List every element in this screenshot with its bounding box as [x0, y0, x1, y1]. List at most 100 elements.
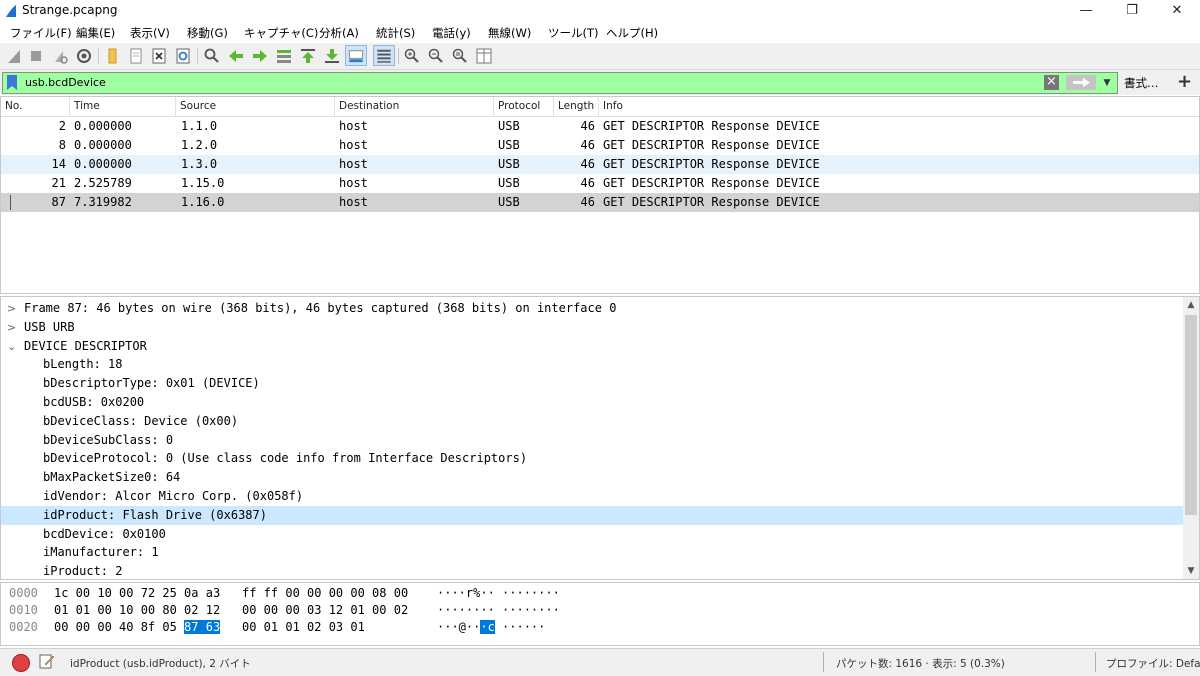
scroll-down-icon[interactable]: ▼: [1183, 563, 1199, 579]
bytes-row[interactable]: 0010 01 01 00 10 00 80 02 12 00 00 00 03 1…: [9, 602, 560, 619]
column-length[interactable]: Length: [554, 97, 599, 116]
detail-row[interactable]: idVendor: Alcor Micro Corp. (0x058f): [1, 487, 1183, 506]
detail-row[interactable]: > Frame 87: 46 bytes on wire (368 bits), …: [1, 299, 1183, 318]
detail-text: idVendor: Alcor Micro Corp. (0x058f): [43, 489, 304, 503]
go-to-packet-icon[interactable]: [274, 46, 294, 66]
filter-text[interactable]: usb.bcdDevice: [25, 76, 106, 89]
packet-destination: host: [339, 138, 368, 152]
edit-comment-icon[interactable]: [39, 653, 55, 669]
menu-edit[interactable]: 編集(E): [76, 25, 115, 41]
resize-columns-icon[interactable]: [474, 46, 494, 66]
menu-go[interactable]: 移動(G): [187, 25, 228, 41]
menu-file[interactable]: ファイル(F): [10, 25, 72, 41]
detail-row[interactable]: bLength: 18: [1, 355, 1183, 374]
detail-row[interactable]: ⌄ DEVICE DESCRIPTOR: [1, 337, 1183, 356]
status-profile[interactable]: プロファイル: Default: [1106, 656, 1200, 671]
close-button[interactable]: ✕: [1154, 0, 1200, 22]
minimize-button[interactable]: —: [1063, 0, 1109, 22]
scroll-up-icon[interactable]: ▲: [1183, 297, 1199, 313]
zoom-in-icon[interactable]: [402, 46, 422, 66]
detail-row[interactable]: bcdUSB: 0x0200: [1, 393, 1183, 412]
scrollbar-thumb[interactable]: [1185, 315, 1197, 515]
bytes-hex-selected: 87 63: [184, 620, 221, 634]
expert-info-icon[interactable]: [12, 654, 30, 672]
add-filter-button[interactable]: +: [1177, 71, 1192, 92]
menu-wireless[interactable]: 無線(W): [488, 25, 531, 41]
detail-row[interactable]: bDeviceSubClass: 0: [1, 431, 1183, 450]
detail-row[interactable]: bMaxPacketSize0: 64: [1, 468, 1183, 487]
menu-view[interactable]: 表示(V): [130, 25, 170, 41]
packet-time: 0.000000: [74, 119, 132, 133]
menu-statistics[interactable]: 統計(S): [376, 25, 415, 41]
detail-text: bDeviceClass: Device (0x00): [43, 413, 239, 428]
apply-filter-icon[interactable]: [1066, 75, 1096, 90]
main-toolbar: [0, 43, 1200, 70]
start-capture-icon[interactable]: [4, 46, 24, 66]
packet-time: 0.000000: [74, 138, 132, 152]
reload-file-icon[interactable]: [173, 46, 193, 66]
restore-button[interactable]: ❐: [1109, 0, 1155, 22]
filter-history-dropdown[interactable]: ▼: [1100, 76, 1114, 90]
detail-row[interactable]: > USB URB: [1, 318, 1183, 337]
bytes-offset: 0020: [9, 620, 38, 634]
packet-source: 1.15.0: [181, 176, 225, 190]
capture-options-icon[interactable]: [74, 46, 94, 66]
last-packet-icon[interactable]: [322, 46, 342, 66]
packet-protocol: USB: [498, 119, 520, 133]
stop-capture-icon[interactable]: [26, 46, 46, 66]
bytes-row[interactable]: 0000 1c 00 10 00 72 25 0a a3 ff ff 00 00 0…: [9, 585, 560, 602]
packet-row[interactable]: 8 0.000000 1.2.0 host USB 46 GET DESCRIPTOR Re…: [1, 136, 1199, 155]
menu-telephony[interactable]: 電話(y): [432, 25, 471, 41]
detail-text: iManufacturer: 1: [43, 545, 159, 560]
expand-arrow-icon[interactable]: >: [7, 318, 16, 337]
normal-size-icon[interactable]: [450, 46, 470, 66]
find-packet-icon[interactable]: [202, 46, 222, 66]
bytes-row[interactable]: 0020 00 00 00 40 8f 05 87 63 00 01 01 02 0…: [9, 619, 545, 636]
column-info[interactable]: Info: [599, 97, 1199, 116]
clear-filter-icon[interactable]: ×: [1044, 75, 1059, 90]
save-file-icon[interactable]: [126, 46, 146, 66]
packet-row[interactable]: 2 0.000000 1.1.0 host USB 46 GET DESCRIPTOR Re…: [1, 117, 1199, 136]
packet-row[interactable]: 87 7.319982 1.16.0 host USB 46 GET DESCRIPTOR …: [1, 193, 1199, 212]
packet-destination: host: [339, 176, 368, 190]
column-destination[interactable]: Destination: [335, 97, 494, 116]
go-back-icon[interactable]: [226, 46, 246, 66]
column-protocol[interactable]: Protocol: [494, 97, 554, 116]
packet-time: 0.000000: [74, 157, 132, 171]
column-no[interactable]: No.: [1, 97, 70, 116]
menu-help[interactable]: ヘルプ(H): [606, 25, 658, 41]
packet-row[interactable]: 14 0.000000 1.3.0 host USB 46 GET DESCRIPTOR R…: [1, 155, 1199, 174]
auto-scroll-icon[interactable]: [345, 45, 367, 66]
packet-source: 1.3.0: [181, 157, 218, 171]
bytes-ascii: ········ ········: [437, 603, 560, 617]
colorize-icon[interactable]: [373, 45, 395, 66]
menu-tools[interactable]: ツール(T): [548, 25, 599, 41]
column-source[interactable]: Source: [176, 97, 335, 116]
zoom-out-icon[interactable]: [426, 46, 446, 66]
details-scrollbar[interactable]: ▲ ▼: [1183, 297, 1199, 579]
detail-row[interactable]: bDeviceProtocol: 0 (Use class code info …: [1, 449, 1183, 468]
detail-row[interactable]: idProduct: Flash Drive (0x6387): [1, 505, 1183, 525]
bookmark-icon[interactable]: [7, 75, 17, 90]
packet-row[interactable]: 21 2.525789 1.15.0 host USB 46 GET DESCRIPTOR …: [1, 174, 1199, 193]
detail-text: iProduct: 2: [43, 564, 123, 579]
packet-protocol: USB: [498, 157, 520, 171]
close-file-icon[interactable]: [149, 46, 169, 66]
column-time[interactable]: Time: [70, 97, 176, 116]
menu-capture[interactable]: キャプチャ(C): [244, 25, 318, 41]
go-forward-icon[interactable]: [250, 46, 270, 66]
detail-text: bDescriptorType: 0x01 (DEVICE): [43, 376, 260, 391]
first-packet-icon[interactable]: [298, 46, 318, 66]
detail-row[interactable]: bDescriptorType: 0x01 (DEVICE): [1, 374, 1183, 393]
detail-row[interactable]: iProduct: 2: [1, 562, 1183, 579]
open-file-icon[interactable]: [103, 46, 123, 66]
expand-arrow-icon[interactable]: >: [7, 299, 16, 318]
detail-row[interactable]: bDeviceClass: Device (0x00): [1, 412, 1183, 431]
display-filter-input[interactable]: usb.bcdDevice × ▼: [2, 72, 1118, 94]
menu-analyze[interactable]: 分析(A): [319, 25, 359, 41]
restart-capture-icon[interactable]: [50, 46, 70, 66]
detail-row[interactable]: bcdDevice: 0x0100: [1, 525, 1183, 544]
detail-row[interactable]: iManufacturer: 1: [1, 543, 1183, 562]
collapse-arrow-icon[interactable]: ⌄: [7, 337, 16, 356]
filter-expression-button[interactable]: 書式…: [1124, 75, 1159, 91]
